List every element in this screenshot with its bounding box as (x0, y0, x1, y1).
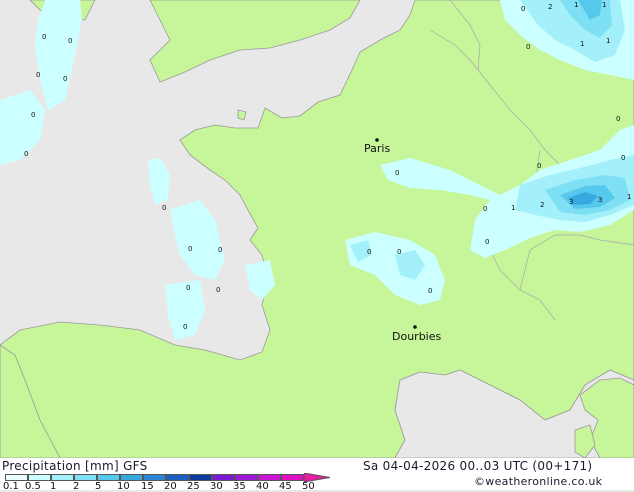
forecast-datetime: Sa 04-04-2026 00..03 UTC (00+171) (363, 459, 593, 473)
copyright-link[interactable]: ©weatheronline.co.uk (474, 475, 602, 488)
scale-tick: 10 (117, 481, 130, 492)
value-label: 0 (616, 115, 620, 123)
value-label: 1 (511, 204, 515, 212)
value-label: 0 (63, 75, 67, 83)
value-label: 1 (606, 37, 610, 45)
scale-tick: 1 (50, 481, 57, 492)
scale-swatch (5, 474, 28, 481)
value-label: 1 (602, 1, 606, 9)
value-label: 0 (485, 238, 489, 246)
scale-swatch (189, 474, 212, 481)
scale-swatch (143, 474, 166, 481)
value-label: 0 (526, 43, 530, 51)
value-label: 0 (31, 111, 35, 119)
city-label-paris: Paris (364, 142, 390, 155)
value-label: 0 (621, 154, 625, 162)
scale-swatch (166, 474, 189, 481)
scale-swatch (281, 474, 304, 481)
scale-swatch (258, 474, 281, 481)
value-label: 0 (188, 245, 192, 253)
scale-tick: 0.1 (3, 481, 19, 492)
precipitation-map: 2 1 1 1 1 0 0 0 0 0 0 0 0 0 0 0 0 0 0 0 … (0, 0, 634, 458)
scale-swatch (74, 474, 97, 481)
value-label: 0 (183, 323, 187, 331)
scale-swatch (235, 474, 258, 481)
scale-tick: 35 (233, 481, 246, 492)
scale-tick: 15 (141, 481, 154, 492)
value-label: 3 (598, 196, 602, 204)
scale-tick: 5 (95, 481, 102, 492)
scale-swatch (120, 474, 143, 481)
value-label: 0 (397, 248, 401, 256)
value-label: 0 (483, 205, 487, 213)
scale-swatch (97, 474, 120, 481)
scale-tick: 25 (187, 481, 200, 492)
scale-swatch (51, 474, 74, 481)
value-label: 0 (68, 37, 72, 45)
value-label: 0 (537, 162, 541, 170)
value-label: 0 (42, 33, 46, 41)
value-label: 0 (218, 246, 222, 254)
value-label: 0 (162, 204, 166, 212)
value-label: 1 (574, 1, 578, 9)
value-label: 0 (428, 287, 432, 295)
value-label: 0 (186, 284, 190, 292)
scale-tick: 50 (302, 481, 315, 492)
value-label: 0 (367, 248, 371, 256)
scale-swatch (212, 474, 235, 481)
legend-footer: Precipitation [mm] GFS Sa 04-04-2026 00.… (0, 458, 634, 492)
scale-tick: 0.5 (25, 481, 41, 492)
scale-tick: 2 (73, 481, 80, 492)
value-label: 0 (36, 71, 40, 79)
value-label: 0 (216, 286, 220, 294)
value-label: 0 (521, 5, 525, 13)
legend-title: Precipitation [mm] GFS (2, 459, 148, 473)
color-scale (5, 473, 335, 482)
scale-tick: 30 (210, 481, 223, 492)
scale-swatch (28, 474, 51, 481)
value-label: 1 (580, 40, 584, 48)
scale-tick: 40 (256, 481, 269, 492)
scale-tick: 20 (164, 481, 177, 492)
value-label: 0 (395, 169, 399, 177)
city-dot-dourbies (413, 325, 417, 329)
value-label: 1 (627, 193, 631, 201)
value-label: 2 (548, 3, 552, 11)
value-label: 2 (540, 201, 544, 209)
value-label: 3 (569, 198, 573, 206)
scale-tick: 45 (279, 481, 292, 492)
city-label-dourbies: Dourbies (392, 330, 442, 343)
value-label: 0 (24, 150, 28, 158)
